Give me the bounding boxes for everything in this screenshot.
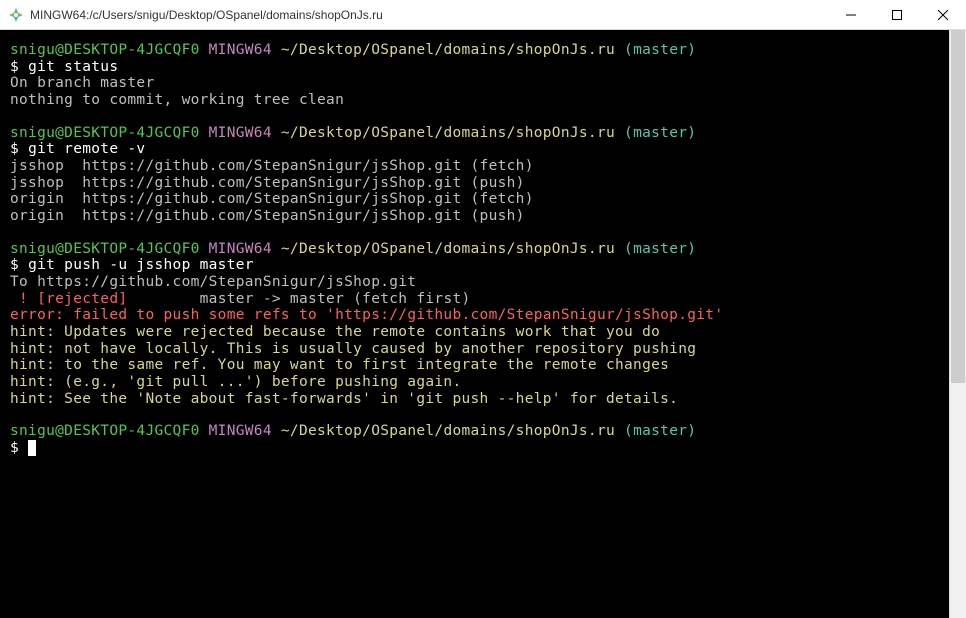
scrollbar[interactable] <box>949 30 966 618</box>
rejected-marker: ! [rejected] <box>10 291 191 307</box>
command-text: git status <box>28 59 118 75</box>
prompt-branch: (master) <box>624 241 696 257</box>
prompt-env: MINGW64 <box>209 42 272 58</box>
prompt-env: MINGW64 <box>209 423 272 439</box>
output-line: jsshop https://github.com/StepanSnigur/j… <box>10 175 956 192</box>
command-line: $ git remote -v <box>10 141 956 158</box>
output-line: On branch master <box>10 75 956 92</box>
error-suffix: ' <box>714 307 723 323</box>
error-url: https://github.com/StepanSnigur/jsShop.g… <box>335 307 714 323</box>
output-line: origin https://github.com/StepanSnigur/j… <box>10 208 956 225</box>
command-line: $ git status <box>10 59 956 76</box>
prompt-line: snigu@DESKTOP-4JGCQF0 MINGW64 ~/Desktop/… <box>10 42 956 59</box>
hint-line: hint: to the same ref. You may want to f… <box>10 357 956 374</box>
prompt-env: MINGW64 <box>209 241 272 257</box>
minimize-button[interactable] <box>828 0 874 29</box>
command-line: $ git push -u jsshop master <box>10 257 956 274</box>
prompt-user: snigu@DESKTOP-4JGCQF0 <box>10 423 200 439</box>
hint-line: hint: See the 'Note about fast-forwards'… <box>10 391 956 408</box>
prompt-line: snigu@DESKTOP-4JGCQF0 MINGW64 ~/Desktop/… <box>10 423 956 440</box>
prompt-path: ~/Desktop/OSpanel/domains/shopOnJs.ru <box>281 42 615 58</box>
prompt-branch: (master) <box>624 423 696 439</box>
app-icon <box>8 7 24 23</box>
prompt-user: snigu@DESKTOP-4JGCQF0 <box>10 241 200 257</box>
error-line: error: failed to push some refs to 'http… <box>10 307 956 324</box>
hint-line: hint: Updates were rejected because the … <box>10 324 956 341</box>
prompt-line: snigu@DESKTOP-4JGCQF0 MINGW64 ~/Desktop/… <box>10 125 956 142</box>
prompt-dollar: $ <box>10 141 19 157</box>
prompt-user: snigu@DESKTOP-4JGCQF0 <box>10 125 200 141</box>
output-line: origin https://github.com/StepanSnigur/j… <box>10 191 956 208</box>
prompt-line: snigu@DESKTOP-4JGCQF0 MINGW64 ~/Desktop/… <box>10 241 956 258</box>
hint-line: hint: (e.g., 'git pull ...') before push… <box>10 374 956 391</box>
active-prompt: $ <box>10 440 956 457</box>
prompt-branch: (master) <box>624 125 696 141</box>
window-titlebar: MINGW64:/c/Users/snigu/Desktop/OSpanel/d… <box>0 0 966 30</box>
prompt-user: snigu@DESKTOP-4JGCQF0 <box>10 42 200 58</box>
terminal-area[interactable]: snigu@DESKTOP-4JGCQF0 MINGW64 ~/Desktop/… <box>0 30 966 618</box>
maximize-button[interactable] <box>874 0 920 29</box>
command-text: git remote -v <box>28 141 145 157</box>
window-controls <box>828 0 966 29</box>
output-line: jsshop https://github.com/StepanSnigur/j… <box>10 158 956 175</box>
prompt-env: MINGW64 <box>209 125 272 141</box>
cursor <box>28 440 36 456</box>
prompt-dollar: $ <box>10 440 19 456</box>
command-block-4: snigu@DESKTOP-4JGCQF0 MINGW64 ~/Desktop/… <box>10 423 956 456</box>
prompt-branch: (master) <box>624 42 696 58</box>
scrollbar-thumb[interactable] <box>951 30 965 383</box>
output-line: To https://github.com/StepanSnigur/jsSho… <box>10 274 956 291</box>
output-line: nothing to commit, working tree clean <box>10 92 956 109</box>
prompt-dollar: $ <box>10 59 19 75</box>
close-button[interactable] <box>920 0 966 29</box>
error-prefix: error: failed to push some refs to ' <box>10 307 335 323</box>
rejected-detail: master -> master (fetch first) <box>191 291 471 307</box>
command-text: git push -u jsshop master <box>28 257 254 273</box>
prompt-dollar: $ <box>10 257 19 273</box>
rejected-line: ! [rejected] master -> master (fetch fir… <box>10 291 956 308</box>
prompt-path: ~/Desktop/OSpanel/domains/shopOnJs.ru <box>281 241 615 257</box>
window-title: MINGW64:/c/Users/snigu/Desktop/OSpanel/d… <box>30 8 828 22</box>
command-block-3: snigu@DESKTOP-4JGCQF0 MINGW64 ~/Desktop/… <box>10 241 956 408</box>
command-block-2: snigu@DESKTOP-4JGCQF0 MINGW64 ~/Desktop/… <box>10 125 956 225</box>
hint-line: hint: not have locally. This is usually … <box>10 341 956 358</box>
prompt-path: ~/Desktop/OSpanel/domains/shopOnJs.ru <box>281 423 615 439</box>
command-block-1: snigu@DESKTOP-4JGCQF0 MINGW64 ~/Desktop/… <box>10 42 956 109</box>
prompt-path: ~/Desktop/OSpanel/domains/shopOnJs.ru <box>281 125 615 141</box>
